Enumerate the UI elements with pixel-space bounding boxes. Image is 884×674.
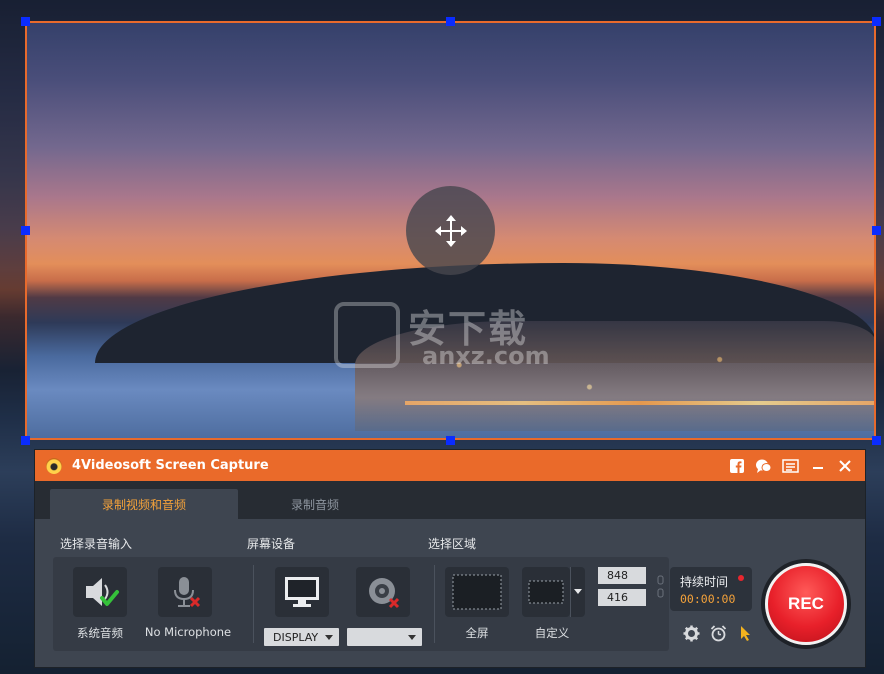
- fullscreen-label: 全屏: [465, 626, 489, 640]
- display-button[interactable]: [275, 567, 329, 617]
- chevron-down-icon: [408, 635, 416, 640]
- custom-area-icon: [528, 580, 564, 604]
- microphone-label: No Microphone: [144, 625, 232, 639]
- resize-handle-top-right[interactable]: [872, 17, 881, 26]
- microphone-disabled-icon: [174, 577, 201, 608]
- chevron-down-icon: [325, 635, 333, 640]
- width-input[interactable]: 848: [598, 567, 646, 584]
- custom-label: 自定义: [534, 626, 570, 640]
- move-arrows-icon: [434, 214, 467, 247]
- display-select[interactable]: DISPLAY: [264, 628, 339, 646]
- resize-handle-bottom-right[interactable]: [872, 436, 881, 445]
- resize-handle-bottom-left[interactable]: [21, 436, 30, 445]
- custom-area-button[interactable]: [522, 567, 570, 617]
- title-bar-actions: [728, 457, 853, 474]
- duration-timer[interactable]: 持续时间 00:00:00: [670, 567, 752, 611]
- facebook-icon[interactable]: [728, 457, 745, 474]
- tab-bar: 录制视频和音频 录制音频: [35, 481, 865, 519]
- recording-panel: 选择录音输入 屏幕设备 选择区域 系统音频 No Microphone DISP…: [35, 519, 865, 667]
- feedback-chat-icon[interactable]: [755, 457, 772, 474]
- alarm-clock-icon[interactable]: [710, 625, 727, 642]
- tab-record-video-audio[interactable]: 录制视频和音频: [50, 489, 238, 519]
- controls-bar: 系统音频 No Microphone DISPLAY 全屏 自定义 848 41…: [53, 557, 669, 651]
- close-icon[interactable]: [836, 457, 853, 474]
- display-select-value: DISPLAY: [273, 630, 319, 644]
- title-bar[interactable]: 4Videosoft Screen Capture: [35, 450, 865, 481]
- system-sound-label: 系统音频: [77, 626, 123, 640]
- move-region-button[interactable]: [406, 186, 495, 275]
- menu-list-icon[interactable]: [782, 457, 799, 474]
- fullscreen-area-icon: [452, 574, 502, 610]
- aspect-lock-icon[interactable]: [657, 575, 665, 599]
- app-title: 4Videosoft Screen Capture: [72, 458, 269, 473]
- duration-value: 00:00:00: [680, 592, 736, 606]
- resize-handle-bottom[interactable]: [446, 436, 455, 445]
- custom-area-dropdown[interactable]: [570, 567, 585, 617]
- tab-record-audio[interactable]: 录制音频: [221, 489, 409, 519]
- gear-icon[interactable]: [683, 625, 700, 642]
- height-input[interactable]: 416: [598, 589, 646, 606]
- section-label-screen-device: 屏幕设备: [247, 537, 296, 551]
- cursor-icon[interactable]: [737, 625, 754, 642]
- monitor-icon: [285, 577, 319, 607]
- duration-label: 持续时间: [680, 575, 729, 589]
- section-label-audio-input: 选择录音输入: [60, 537, 133, 551]
- minimize-icon[interactable]: [809, 457, 826, 474]
- fullscreen-area-button[interactable]: [445, 567, 509, 617]
- rec-button[interactable]: REC: [765, 563, 847, 645]
- webcam-select[interactable]: [347, 628, 422, 646]
- resize-handle-left[interactable]: [21, 226, 30, 235]
- recording-options: [683, 625, 754, 642]
- chevron-down-icon: [574, 589, 582, 594]
- resize-handle-top-left[interactable]: [21, 17, 30, 26]
- system-sound-button[interactable]: [73, 567, 127, 617]
- alarm-dot-icon: [738, 575, 744, 581]
- webcam-disabled-icon: [369, 578, 400, 609]
- resize-handle-top[interactable]: [446, 17, 455, 26]
- resize-handle-right[interactable]: [872, 226, 881, 235]
- section-label-select-area: 选择区域: [428, 537, 477, 551]
- divider: [253, 565, 254, 643]
- rec-label: REC: [788, 594, 824, 613]
- app-window: 4Videosoft Screen Capture 录制视频和音频 录制音频 选…: [34, 449, 866, 668]
- app-logo-icon: [46, 457, 62, 474]
- microphone-button[interactable]: [158, 567, 212, 617]
- divider: [434, 565, 435, 643]
- webcam-button[interactable]: [356, 567, 410, 617]
- speaker-check-icon: [86, 578, 119, 606]
